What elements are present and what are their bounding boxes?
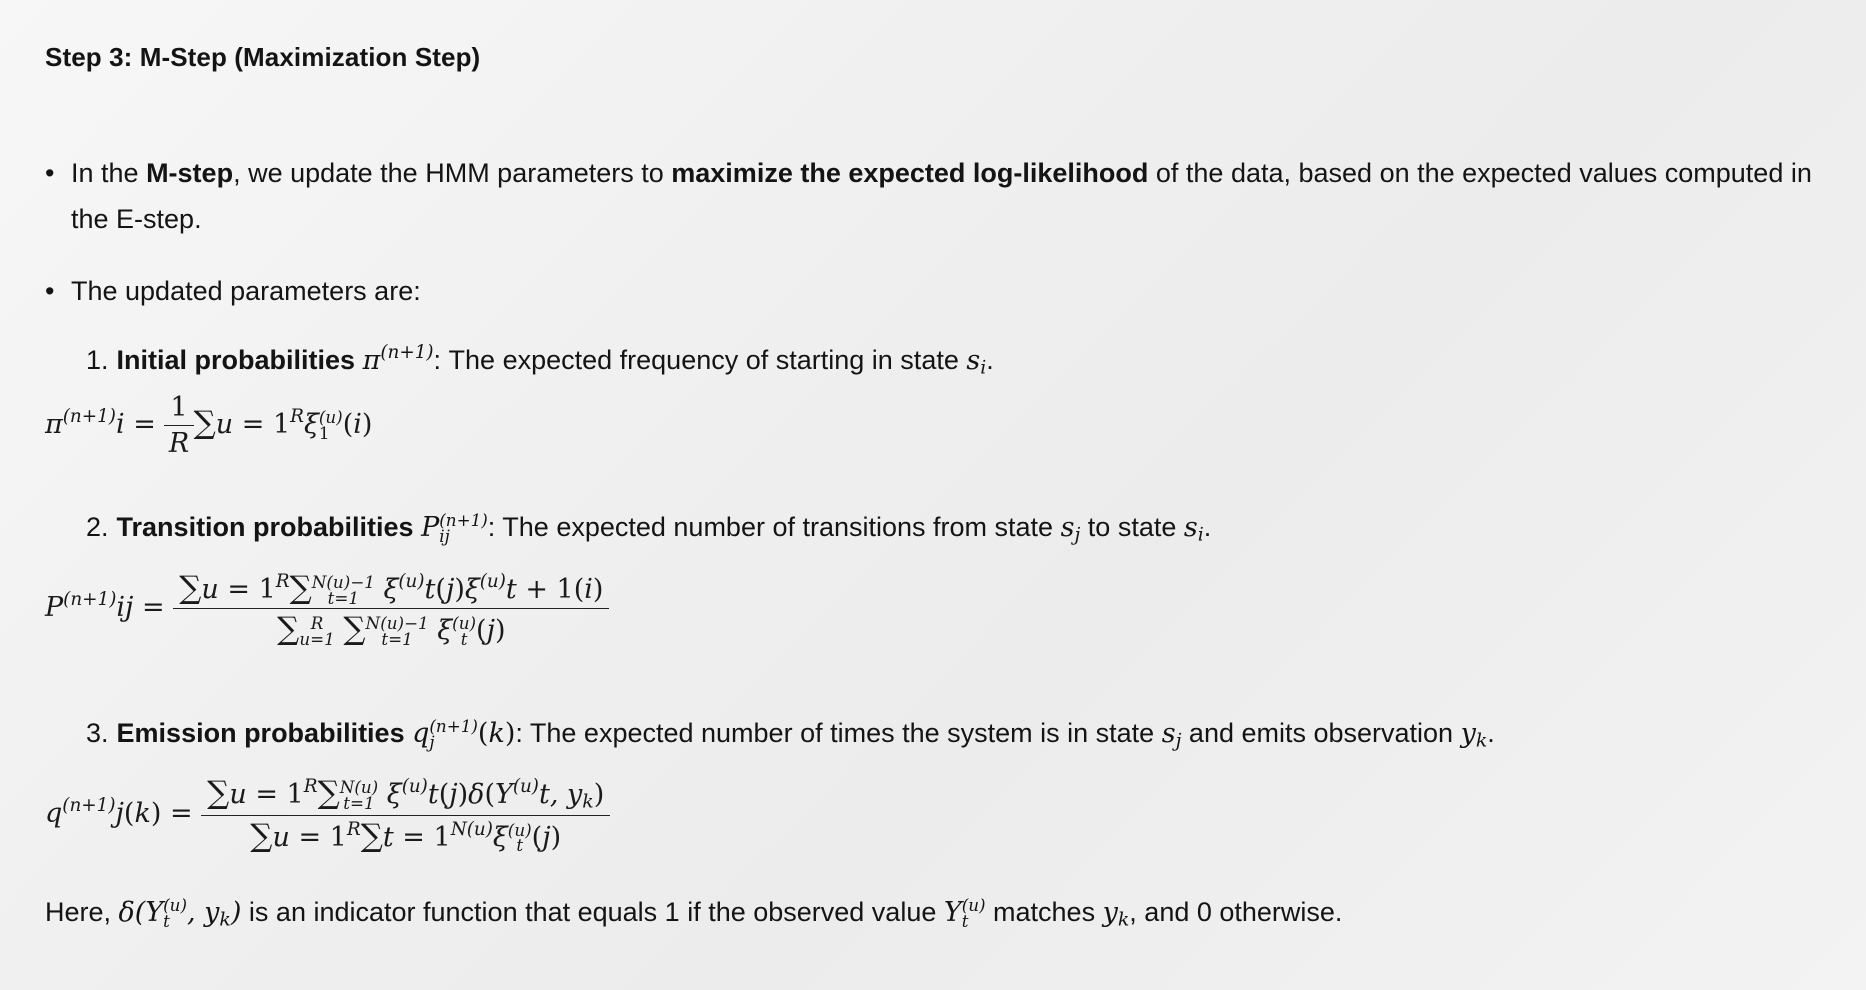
equation-initial: π(n+1)i = 1 R ∑u = 1Rξ (u) 1 (i) (45, 392, 373, 459)
bullet-dot: • (45, 276, 55, 306)
bullet-dot: • (45, 158, 55, 188)
item-emission-probabilities: 3. Emission probabilities q (n+1) j (k): The… (86, 716, 1495, 752)
bullet-text: The updated parameters are: (71, 276, 421, 306)
equation-emission: q(n+1)j(k) = ∑u = 1R∑ N(u) t=1 ξ(u)t(j)δ(Y… (45, 775, 611, 854)
indicator-explanation: Here, δ(Y (u) t, yk) is an indicator funct… (45, 895, 1343, 931)
item-initial-probabilities: 1. Initial probabilities π(n+1): The expe… (86, 342, 994, 379)
pi-symbol: π(n+1) (362, 342, 434, 377)
bullet-text: In the M-step, we update the HMM paramet… (71, 158, 1812, 234)
item-transition-probabilities: 2. Transition probabilities P (n+1) ij: The… (86, 510, 1212, 546)
section-heading: Step 3: M-Step (Maximization Step) (45, 42, 481, 72)
q-symbol: q (n+1) j (k) (412, 716, 516, 752)
p-symbol: P (n+1) ij (421, 510, 488, 546)
equation-transition: P(n+1)ij = ∑u = 1R∑ N(u)−1 t=1 ξ(u)t(j)ξ(u… (45, 570, 610, 647)
